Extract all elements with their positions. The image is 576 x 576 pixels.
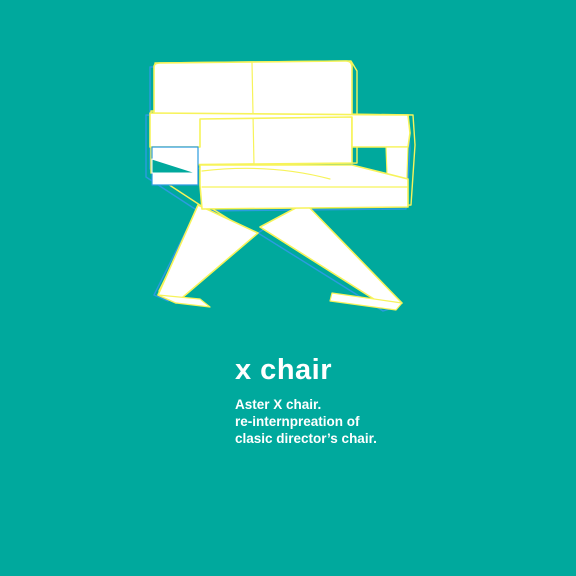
product-caption: x chair Aster X chair. re-internpreation… xyxy=(235,352,377,447)
description-line: re-internpreation of xyxy=(235,414,360,429)
description-line: clasic director’s chair. xyxy=(235,431,377,446)
director-chair-icon xyxy=(145,60,416,312)
description-line: Aster X chair. xyxy=(235,397,322,412)
product-title: x chair xyxy=(235,354,332,386)
chair-illustration xyxy=(140,55,430,320)
